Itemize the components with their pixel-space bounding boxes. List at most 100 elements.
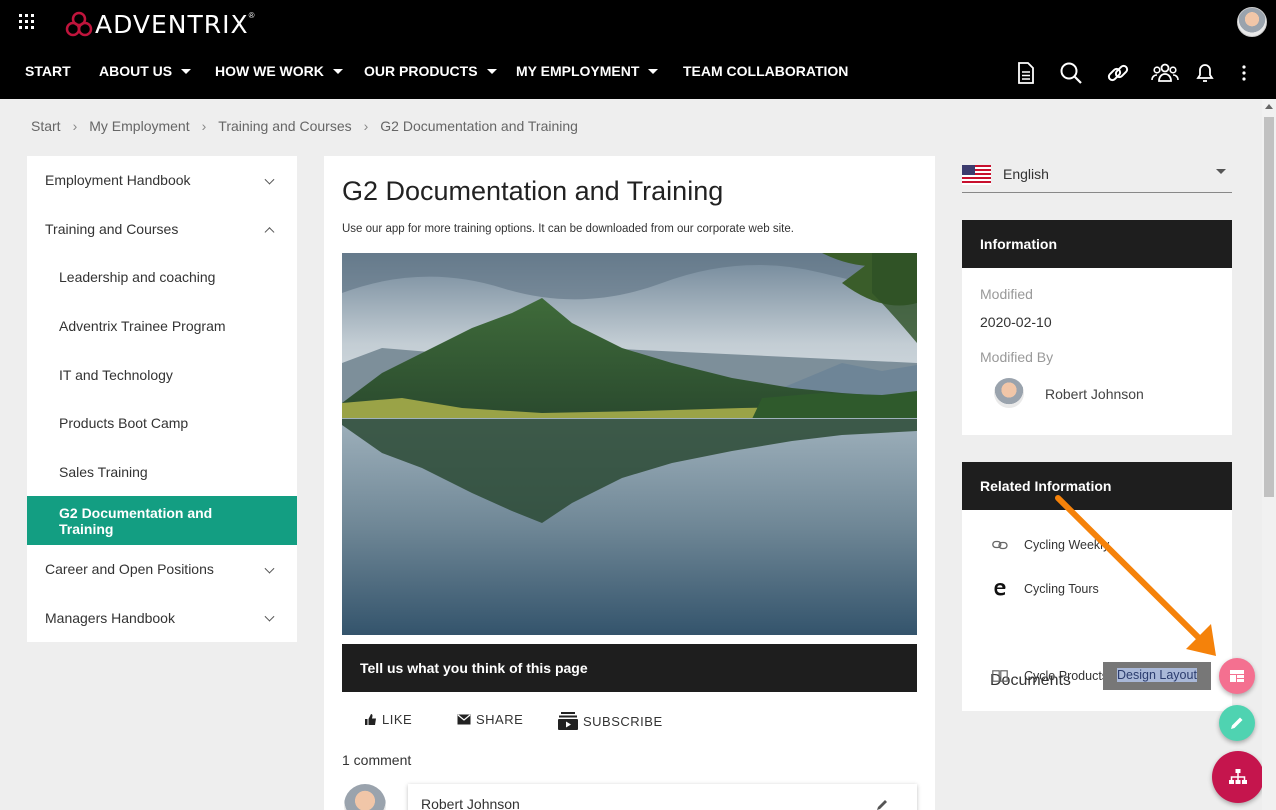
leftnav-label: Career and Open Positions bbox=[45, 561, 214, 577]
caret-down-icon bbox=[486, 68, 497, 74]
leftnav-label: Managers Handbook bbox=[45, 610, 175, 626]
leftnav-it-and-technology[interactable]: IT and Technology bbox=[27, 352, 297, 401]
apps-grid-icon[interactable] bbox=[19, 14, 35, 30]
caret-down-icon bbox=[332, 68, 343, 74]
breadcrumb-my-employment[interactable]: My Employment bbox=[89, 118, 189, 134]
more-vertical-icon[interactable] bbox=[1232, 60, 1258, 86]
subscribe-button[interactable]: SUBSCRIBE bbox=[558, 712, 663, 730]
nav-start[interactable]: START bbox=[25, 63, 71, 79]
hero-image-lake-mountain bbox=[342, 253, 917, 635]
nav-my-employment[interactable]: MY EMPLOYMENT bbox=[516, 63, 659, 79]
related-link-cycling-weekly[interactable]: Cycling Weekly bbox=[990, 538, 1109, 552]
breadcrumb-training-and-courses[interactable]: Training and Courses bbox=[218, 118, 351, 134]
modified-label: Modified bbox=[980, 286, 1033, 302]
leftnav-products-boot-camp[interactable]: Products Boot Camp bbox=[27, 401, 297, 450]
document-cycle-products[interactable]: Cycle Products L bbox=[990, 669, 1118, 683]
design-layout-button[interactable] bbox=[1219, 658, 1255, 694]
left-navigation: Employment Handbook Training and Courses… bbox=[27, 156, 297, 642]
nav-our-products[interactable]: OUR PRODUCTS bbox=[364, 63, 497, 79]
chevron-down-icon[interactable] bbox=[264, 563, 275, 574]
breadcrumb-separator-icon: › bbox=[72, 118, 78, 134]
related-link-label: Cycling Weekly bbox=[1024, 538, 1110, 552]
leftnav-leadership-and-coaching[interactable]: Leadership and coaching bbox=[27, 254, 297, 303]
page-scrollbar[interactable] bbox=[1262, 99, 1276, 810]
related-information-header: Related Information bbox=[962, 462, 1232, 510]
thumbs-up-icon bbox=[365, 714, 376, 725]
leftnav-label: G2 Documentation and Training bbox=[59, 505, 213, 537]
edge-browser-icon bbox=[990, 582, 1010, 596]
nav-team-collaboration[interactable]: TEAM COLLABORATION bbox=[683, 63, 848, 79]
mail-icon bbox=[457, 714, 471, 725]
chevron-down-icon[interactable] bbox=[264, 611, 275, 622]
modified-by-name[interactable]: Robert Johnson bbox=[1045, 386, 1144, 402]
link-icon bbox=[990, 538, 1010, 552]
leftnav-trainee-program[interactable]: Adventrix Trainee Program bbox=[27, 303, 297, 352]
caret-down-icon bbox=[1216, 169, 1226, 174]
scroll-up-arrow-icon[interactable] bbox=[1265, 104, 1273, 109]
breadcrumb-start[interactable]: Start bbox=[31, 118, 61, 134]
logo-registered-mark: ® bbox=[248, 10, 255, 20]
modified-by-label: Modified By bbox=[980, 349, 1054, 365]
language-label: English bbox=[1003, 166, 1049, 182]
scroll-thumb[interactable] bbox=[1264, 117, 1274, 497]
us-flag-icon bbox=[962, 165, 991, 185]
leftnav-label: Leadership and coaching bbox=[59, 269, 216, 285]
leftnav-career-and-open-positions[interactable]: Career and Open Positions bbox=[27, 545, 297, 594]
pencil-icon[interactable] bbox=[875, 798, 889, 810]
modified-value: 2020-02-10 bbox=[980, 314, 1052, 330]
leftnav-label: Products Boot Camp bbox=[59, 415, 189, 431]
nav-how-we-work[interactable]: HOW WE WORK bbox=[215, 63, 343, 79]
nav-label: MY EMPLOYMENT bbox=[516, 63, 640, 79]
breadcrumb: Start › My Employment › Training and Cou… bbox=[31, 118, 578, 134]
people-icon[interactable] bbox=[1150, 60, 1180, 86]
like-button[interactable]: LIKE bbox=[364, 712, 412, 727]
breadcrumb-current: G2 Documentation and Training bbox=[380, 118, 578, 134]
design-layout-tooltip: Design Layout bbox=[1103, 662, 1211, 690]
link-icon[interactable] bbox=[1105, 60, 1131, 86]
feedback-bar[interactable]: Tell us what you think of this page bbox=[342, 644, 917, 692]
language-select[interactable]: English bbox=[962, 160, 1232, 193]
article: G2 Documentation and Training Use our ap… bbox=[324, 156, 935, 810]
modified-by-avatar bbox=[994, 378, 1024, 408]
bell-icon[interactable] bbox=[1192, 60, 1218, 86]
search-icon[interactable] bbox=[1058, 60, 1084, 86]
caret-down-icon bbox=[181, 68, 192, 74]
page-title: G2 Documentation and Training bbox=[342, 176, 724, 206]
leftnav-label: Training and Courses bbox=[45, 221, 179, 237]
logo[interactable]: ADVENTRIX ® bbox=[64, 8, 255, 40]
leftnav-label: IT and Technology bbox=[59, 367, 173, 383]
page-subtitle: Use our app for more training options. I… bbox=[342, 223, 794, 235]
logo-text: ADVENTRIX bbox=[95, 9, 249, 39]
sitemap-icon bbox=[1229, 769, 1247, 784]
share-label: SHARE bbox=[476, 712, 524, 727]
nav-about-us[interactable]: ABOUT US bbox=[99, 63, 192, 79]
nav-label: START bbox=[25, 63, 71, 79]
breadcrumb-separator-icon: › bbox=[201, 118, 207, 134]
leftnav-label: Adventrix Trainee Program bbox=[59, 318, 226, 334]
pencil-icon bbox=[1231, 717, 1243, 729]
leftnav-sales-training[interactable]: Sales Training bbox=[27, 450, 297, 496]
subscribe-icon bbox=[558, 712, 578, 730]
leftnav-managers-handbook[interactable]: Managers Handbook bbox=[27, 594, 297, 642]
comments-count: 1 comment bbox=[342, 752, 412, 768]
site-structure-button[interactable] bbox=[1212, 751, 1264, 803]
nav-label: OUR PRODUCTS bbox=[364, 63, 478, 79]
book-icon bbox=[990, 669, 1010, 683]
chevron-up-icon[interactable] bbox=[264, 226, 275, 237]
user-avatar[interactable] bbox=[1237, 7, 1267, 37]
logo-mark-icon bbox=[65, 11, 93, 37]
leftnav-training-and-courses[interactable]: Training and Courses bbox=[27, 205, 297, 254]
nav-label: HOW WE WORK bbox=[215, 63, 324, 79]
leftnav-employment-handbook[interactable]: Employment Handbook bbox=[27, 156, 297, 205]
share-button[interactable]: SHARE bbox=[457, 712, 523, 727]
related-link-label: Cycling Tours bbox=[1024, 582, 1099, 596]
layout-icon bbox=[1230, 670, 1244, 682]
related-link-cycling-tours[interactable]: Cycling Tours bbox=[990, 582, 1099, 596]
document-icon[interactable] bbox=[1012, 60, 1038, 86]
comment-card: Robert Johnson bbox=[408, 784, 917, 810]
edit-page-button[interactable] bbox=[1219, 705, 1255, 741]
chevron-down-icon[interactable] bbox=[264, 174, 275, 185]
leftnav-g2-documentation-active[interactable]: G2 Documentation and Training bbox=[27, 496, 297, 545]
caret-down-icon bbox=[648, 68, 659, 74]
leftnav-label: Sales Training bbox=[59, 464, 148, 480]
